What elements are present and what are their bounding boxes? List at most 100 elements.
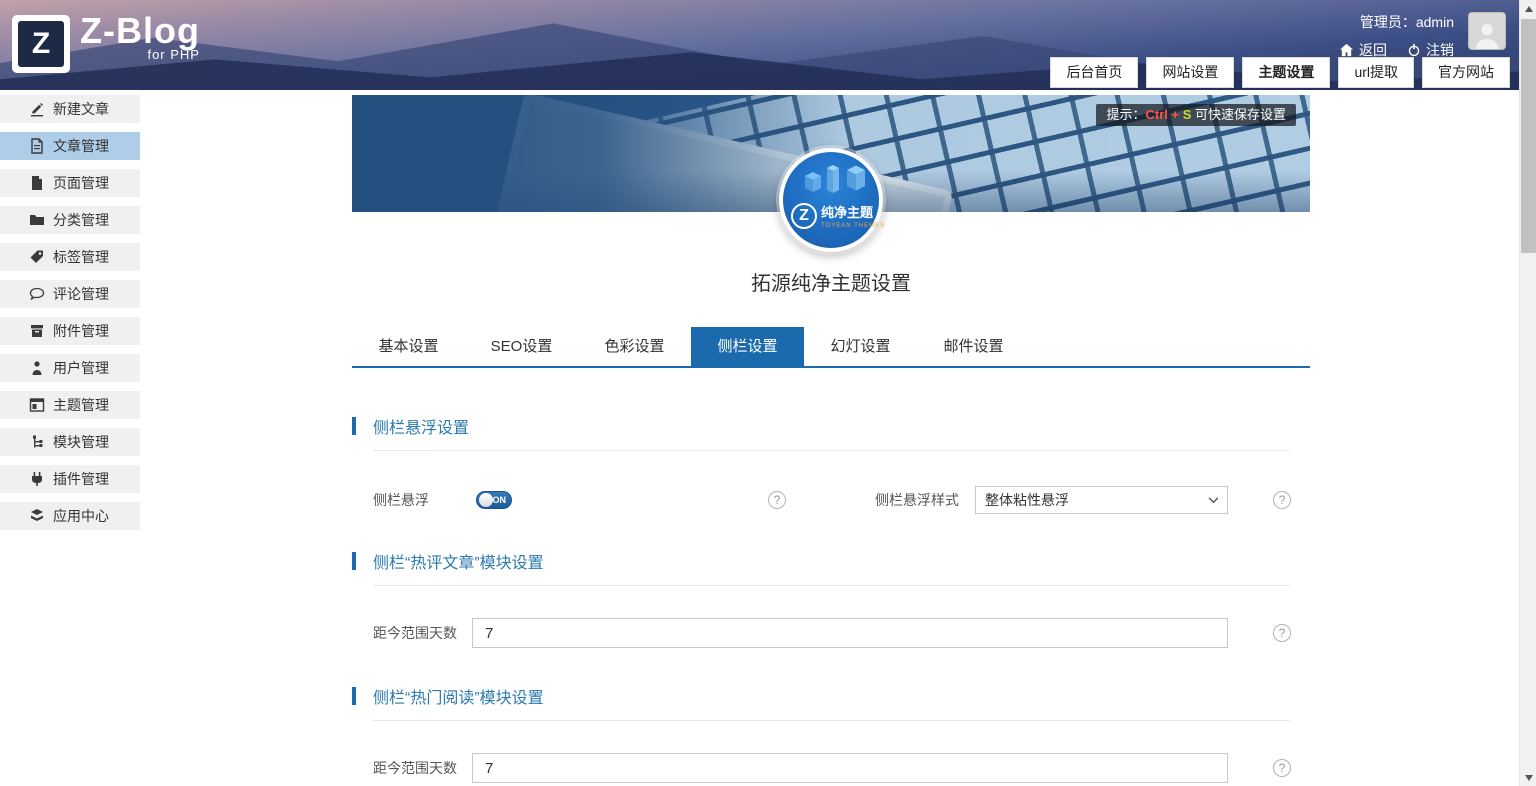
help-icon[interactable]: ?: [1273, 491, 1291, 509]
avatar[interactable]: [1468, 12, 1506, 50]
sidebar-item-label: 页面管理: [53, 173, 109, 193]
hot-reads-days-row: 距今范围天数 ?: [352, 753, 1310, 783]
sidebar-item-posts[interactable]: 文章管理: [0, 132, 140, 160]
theme-badge-cubes-illustration: [793, 160, 871, 204]
hot-comments-days-row: 距今范围天数 ?: [352, 618, 1310, 648]
sidebar-item-pages[interactable]: 页面管理: [0, 169, 140, 197]
sidebar-item-tags[interactable]: 标签管理: [0, 243, 140, 271]
sidebar-item-label: 文章管理: [53, 136, 109, 156]
toggle-knob: [479, 493, 493, 507]
theme-icon: [29, 397, 45, 413]
sidebar-item-label: 标签管理: [53, 247, 109, 267]
header: Z Z-Blog for PHP 管理员：admin 返回: [0, 0, 1536, 90]
sidebar-item-categories[interactable]: 分类管理: [0, 206, 140, 234]
power-icon: [1407, 43, 1421, 57]
top-nav: 后台首页 网站设置 主题设置 url提取 官方网站: [1050, 57, 1510, 88]
sidebar-item-users[interactable]: 用户管理: [0, 354, 140, 382]
attachment-icon: [29, 323, 45, 339]
zblog-logo-letter: Z: [18, 21, 64, 67]
sidebar-item-comments[interactable]: 评论管理: [0, 280, 140, 308]
tab-basic-settings[interactable]: 基本设置: [352, 327, 465, 366]
hint-ctrl-key: Ctrl +: [1145, 107, 1182, 122]
sidebar-item-modules[interactable]: 模块管理: [0, 428, 140, 456]
theme-badge-title: 纯净主题: [821, 202, 885, 221]
sidebar-item-themes[interactable]: 主题管理: [0, 391, 140, 419]
user-silhouette-icon: [1472, 19, 1502, 49]
sidebar-item-label: 模块管理: [53, 432, 109, 452]
theme-badge: Z 纯净主题 TOYEAN THEMES: [779, 148, 883, 252]
toggle-on-label: ON: [493, 492, 507, 509]
scrollbar-thumb[interactable]: [1521, 19, 1536, 253]
section-title-text: 侧栏悬浮设置: [373, 414, 469, 438]
tab-color-settings[interactable]: 色彩设置: [578, 327, 691, 366]
home-icon: [1339, 43, 1354, 57]
sidebar-item-label: 评论管理: [53, 284, 109, 304]
theme-settings-tabs: 基本设置 SEO设置 色彩设置 侧栏设置 幻灯设置 邮件设置: [352, 327, 1310, 368]
sidebar-item-label: 附件管理: [53, 321, 109, 341]
tag-icon: [29, 249, 45, 265]
theme-badge-z-mark: Z: [791, 203, 817, 229]
section-title-hot-comments: 侧栏“热评文章”模块设置: [352, 550, 544, 572]
page-icon: [29, 175, 45, 191]
top-nav-dashboard[interactable]: 后台首页: [1050, 57, 1138, 88]
help-icon[interactable]: ?: [768, 491, 786, 509]
sidebar-float-style-select[interactable]: 整体粘性悬浮: [975, 486, 1228, 514]
comment-icon: [29, 286, 45, 302]
zblog-admin-window: Z Z-Blog for PHP 管理员：admin 返回: [0, 0, 1536, 786]
days-range-label: 距今范围天数: [373, 618, 457, 648]
hint-suffix: 可快速保存设置: [1191, 107, 1286, 122]
sidebar: 新建文章 文章管理 页面管理 分类管理 标签管理: [0, 95, 140, 539]
zblog-logo-mark: Z: [12, 15, 70, 73]
appcenter-icon: [29, 508, 45, 524]
sidebar-float-style-label: 侧栏悬浮样式: [875, 485, 959, 515]
module-icon: [29, 434, 45, 450]
section-title-hot-reads: 侧栏“热门阅读”模块设置: [352, 685, 544, 707]
section-divider: [373, 720, 1290, 721]
scrollbar-down-button[interactable]: [1520, 769, 1536, 786]
sidebar-item-plugins[interactable]: 插件管理: [0, 465, 140, 493]
admin-label: 管理员：admin: [1339, 12, 1454, 32]
section-divider: [373, 585, 1290, 586]
sidebar-float-label: 侧栏悬浮: [373, 485, 429, 515]
page-title: 拓源纯净主题设置: [352, 267, 1310, 296]
top-nav-url-extract[interactable]: url提取: [1338, 57, 1414, 88]
help-icon[interactable]: ?: [1273, 624, 1291, 642]
section-title-text: 侧栏“热评文章”模块设置: [373, 549, 544, 573]
tab-mail-settings[interactable]: 邮件设置: [917, 327, 1030, 366]
sidebar-item-label: 用户管理: [53, 358, 109, 378]
edit-icon: [29, 101, 45, 117]
tab-slideshow-settings[interactable]: 幻灯设置: [804, 327, 917, 366]
folder-icon: [29, 212, 45, 228]
tab-seo-settings[interactable]: SEO设置: [465, 327, 578, 366]
help-icon[interactable]: ?: [1273, 759, 1291, 777]
select-value: 整体粘性悬浮: [985, 492, 1069, 508]
vertical-scrollbar[interactable]: [1519, 0, 1536, 786]
sidebar-item-attachments[interactable]: 附件管理: [0, 317, 140, 345]
zblog-logo[interactable]: Z Z-Blog for PHP: [12, 9, 200, 73]
section-divider: [373, 450, 1290, 451]
hot-comments-days-input[interactable]: [472, 618, 1228, 648]
section-accent-bar: [352, 417, 356, 435]
plugin-icon: [29, 471, 45, 487]
sidebar-item-label: 新建文章: [53, 99, 109, 119]
theme-badge-subtitle: TOYEAN THEMES: [821, 223, 885, 229]
chevron-down-icon: [1208, 497, 1219, 504]
tab-sidebar-settings[interactable]: 侧栏设置: [691, 327, 804, 366]
hot-reads-days-input[interactable]: [472, 753, 1228, 783]
top-nav-site-settings[interactable]: 网站设置: [1146, 57, 1234, 88]
sidebar-float-toggle[interactable]: ON: [476, 491, 512, 509]
save-shortcut-hint: 提示：Ctrl + S 可快速保存设置: [1096, 104, 1296, 126]
top-nav-theme-settings[interactable]: 主题设置: [1242, 57, 1330, 88]
section-accent-bar: [352, 687, 356, 705]
sidebar-item-label: 应用中心: [53, 506, 109, 526]
sidebar-item-new-post[interactable]: 新建文章: [0, 95, 140, 123]
sidebar-item-app-center[interactable]: 应用中心: [0, 502, 140, 530]
section-title-text: 侧栏“热门阅读”模块设置: [373, 684, 544, 708]
sidebar-item-label: 分类管理: [53, 210, 109, 230]
hint-prefix: 提示：: [1106, 107, 1145, 122]
top-nav-official-site[interactable]: 官方网站: [1422, 57, 1510, 88]
zblog-logo-text: Z-Blog for PHP: [80, 9, 200, 62]
sidebar-float-row: 侧栏悬浮 ON ? 侧栏悬浮样式 整体粘性悬浮 ?: [352, 485, 1310, 515]
scrollbar-up-button[interactable]: [1520, 0, 1536, 17]
days-range-label: 距今范围天数: [373, 753, 457, 783]
